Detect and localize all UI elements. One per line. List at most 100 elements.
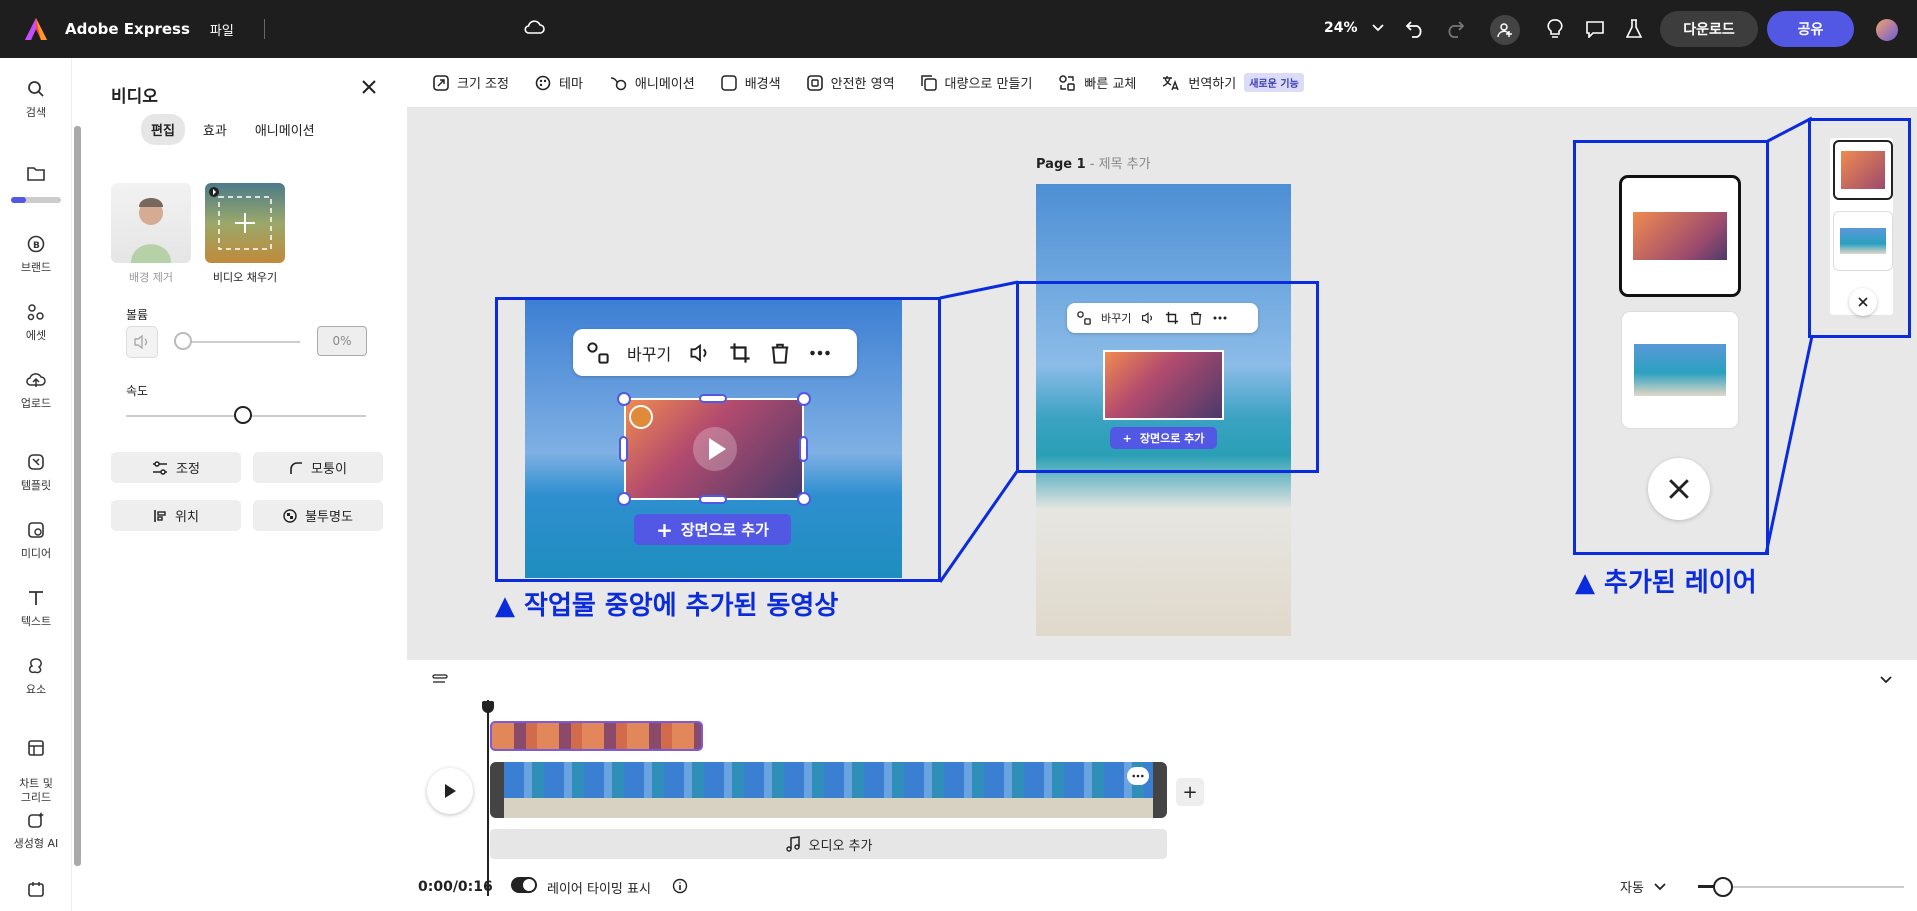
undo-icon[interactable] — [1403, 17, 1427, 41]
auto-label: 자동 — [1620, 881, 1644, 896]
rail-label: 차트 및 그리드 — [19, 777, 53, 804]
replace-label[interactable]: 바꾸기 — [627, 341, 671, 365]
rail-item-files[interactable] — [0, 166, 72, 188]
volume-slider-track[interactable] — [177, 341, 300, 343]
search-icon — [28, 81, 44, 97]
quick-swap-tool[interactable]: 빠른 교체 — [1058, 73, 1136, 92]
animation-icon — [610, 76, 627, 90]
timeline-clip-video[interactable] — [490, 721, 703, 751]
translate-tool[interactable]: 번역하기 새로운 기능 — [1162, 73, 1304, 92]
resize-handle[interactable] — [699, 394, 727, 403]
file-menu[interactable]: 파일 — [210, 20, 234, 39]
resize-handle[interactable] — [699, 495, 727, 504]
animation-badge-icon — [629, 405, 653, 429]
tab-animation[interactable]: 애니메이션 — [245, 114, 325, 145]
collapse-timeline-icon[interactable] — [1880, 673, 1892, 688]
rail-item-elements[interactable]: 요소 — [0, 657, 72, 697]
adjust-button[interactable]: 조정 — [111, 452, 241, 483]
sliders-icon — [153, 460, 168, 475]
resize-handle[interactable] — [619, 436, 628, 462]
context-toolbar-zoom: 바꾸기 — [573, 329, 857, 376]
replace-icon[interactable] — [587, 341, 609, 364]
rail-label: 검색 — [25, 106, 47, 119]
mute-icon[interactable] — [126, 326, 158, 358]
timeline-zoom-knob[interactable] — [1713, 877, 1733, 897]
video-fill-thumb[interactable] — [205, 183, 285, 263]
time-readout: 0:00/0:16 — [418, 879, 493, 895]
volume-icon[interactable] — [689, 342, 711, 364]
tab-edit[interactable]: 편집 — [141, 114, 185, 145]
lightbulb-icon[interactable] — [1543, 17, 1567, 41]
safe-area-tool[interactable]: 안전한 영역 — [806, 73, 895, 92]
tool-label: 안전한 영역 — [830, 77, 895, 92]
rail-item-brand[interactable]: B 브랜드 — [0, 235, 72, 275]
comment-icon[interactable] — [1583, 17, 1607, 41]
crop-icon[interactable] — [729, 342, 751, 364]
rail-item-calendar[interactable] — [0, 881, 72, 903]
assets-icon — [27, 304, 44, 321]
position-button[interactable]: 위치 — [111, 500, 241, 531]
resize-handle[interactable] — [797, 492, 811, 506]
timeline-handle-icon[interactable] — [432, 673, 448, 689]
animation-tool[interactable]: 애니메이션 — [609, 73, 695, 92]
resize-tool[interactable]: 크기 조정 — [433, 73, 509, 92]
layer-timing-toggle[interactable] — [511, 877, 537, 893]
volume-slider-knob[interactable] — [174, 332, 192, 350]
resize-handle[interactable] — [617, 392, 631, 406]
corner-icon — [290, 461, 303, 474]
bulk-create-tool[interactable]: 대량으로 만들기 — [920, 73, 1033, 92]
rail-item-media[interactable]: 미디어 — [0, 521, 72, 561]
rail-item-assets[interactable]: 에셋 — [0, 303, 72, 343]
play-button[interactable] — [427, 768, 473, 814]
info-icon[interactable] — [672, 878, 688, 898]
cloud-save-icon[interactable] — [523, 19, 545, 39]
speed-slider-knob[interactable] — [234, 406, 252, 424]
highlight-box-layers-zoom — [1573, 140, 1769, 555]
redo-icon[interactable] — [1443, 17, 1467, 41]
flask-icon[interactable] — [1622, 17, 1646, 41]
page-label[interactable]: Page 1 - 제목 추가 — [1036, 153, 1151, 172]
play-icon[interactable] — [690, 424, 740, 474]
rail-item-upload[interactable]: 업로드 — [0, 371, 72, 411]
chevron-down-icon — [1654, 882, 1666, 890]
panel-title: 비디오 — [111, 87, 158, 107]
add-as-scene-button[interactable]: + 장면으로 추가 — [634, 514, 791, 545]
theme-tool[interactable]: 테마 — [535, 73, 583, 92]
download-button[interactable]: 다운로드 — [1660, 11, 1758, 47]
rail-item-search[interactable]: 검색 — [0, 80, 72, 120]
clip-more-icon[interactable] — [1127, 767, 1149, 785]
timeline-clip-background[interactable] — [490, 762, 1167, 818]
rail-item-charts-grids[interactable]: 차트 및 그리드 — [0, 725, 72, 805]
add-audio-button[interactable]: 오디오 추가 — [490, 829, 1167, 859]
add-scene-icon[interactable]: + — [1176, 778, 1204, 806]
remove-background-thumb[interactable] — [111, 183, 191, 263]
resize-handle[interactable] — [797, 392, 811, 406]
corner-button[interactable]: 모퉁이 — [253, 452, 383, 483]
invite-user-icon[interactable] — [1490, 15, 1520, 45]
bulk-create-icon — [920, 74, 937, 91]
avatar[interactable] — [1876, 19, 1898, 41]
background-color-tool[interactable]: 배경색 — [720, 73, 781, 92]
auto-zoom-dropdown[interactable]: 자동 — [1620, 877, 1666, 896]
playhead-handle[interactable] — [482, 701, 494, 713]
page-title-placeholder[interactable]: - 제목 추가 — [1086, 157, 1151, 172]
tool-label: 크기 조정 — [457, 77, 509, 92]
tab-effects[interactable]: 효과 — [193, 114, 237, 145]
playhead[interactable] — [487, 700, 489, 896]
more-icon[interactable] — [809, 350, 831, 356]
opacity-button[interactable]: 불투명도 — [253, 500, 383, 531]
rail-item-templates[interactable]: 템플릿 — [0, 453, 72, 493]
volume-value[interactable]: 0% — [317, 326, 367, 356]
rail-item-generative-ai[interactable]: 생성형 AI — [0, 811, 72, 851]
adobe-express-logo[interactable] — [23, 16, 49, 42]
divider — [263, 19, 265, 39]
tool-label: 대량으로 만들기 — [944, 77, 1033, 92]
resize-handle[interactable] — [617, 492, 631, 506]
rail-item-text[interactable]: 텍스트 — [0, 589, 72, 629]
rail-scrollbar[interactable] — [74, 126, 81, 866]
share-button[interactable]: 공유 — [1767, 11, 1854, 47]
zoom-control[interactable]: 24% — [1324, 20, 1384, 36]
close-icon[interactable] — [362, 80, 376, 98]
resize-handle[interactable] — [799, 436, 808, 462]
trash-icon[interactable] — [769, 342, 791, 364]
